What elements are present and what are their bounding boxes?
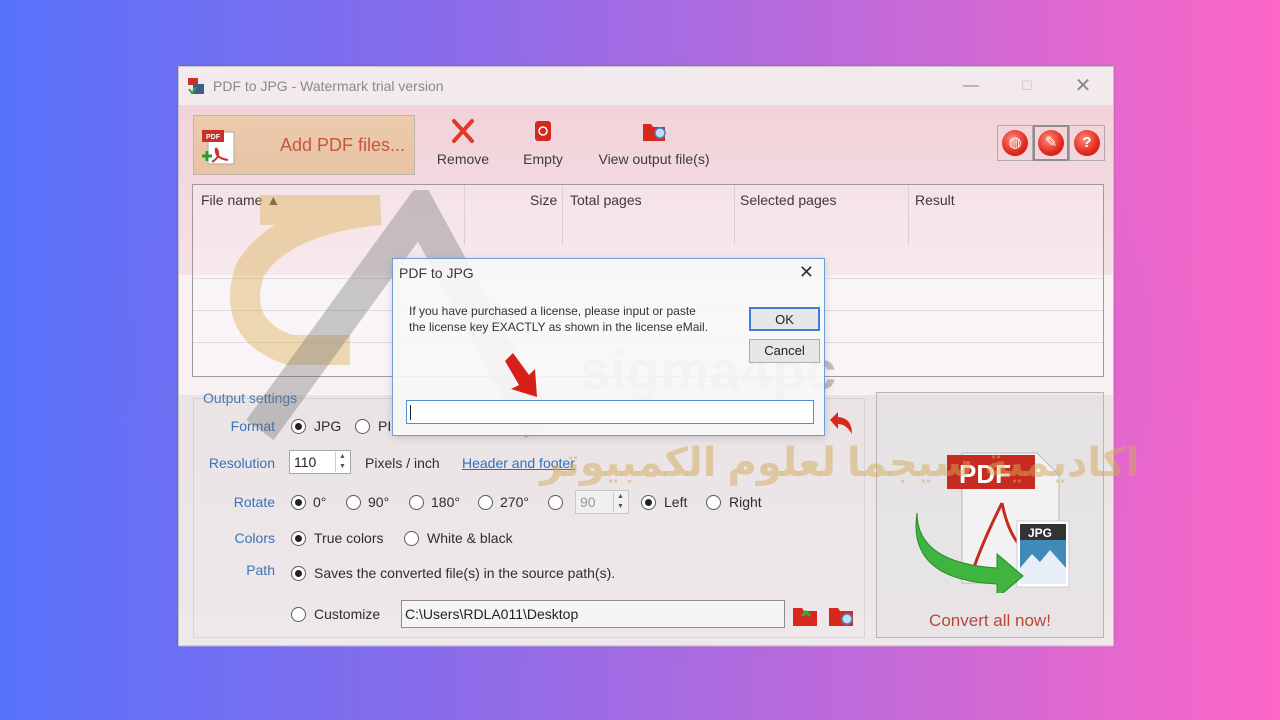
rotate-left-label: Left: [664, 494, 688, 510]
resolution-label: Resolution: [208, 455, 275, 471]
folder-search-icon: [643, 124, 666, 141]
resolution-value: 110: [294, 454, 317, 470]
convert-all-button[interactable]: PDF JPG Convert all now!: [876, 392, 1104, 638]
round-button-group: ◍ ✎ ?: [997, 125, 1105, 161]
white-black-radio[interactable]: [404, 531, 419, 546]
rotate-180-label: 180°: [431, 494, 460, 510]
output-settings-label: Output settings: [203, 390, 298, 406]
minimize-button[interactable]: —: [949, 73, 993, 99]
header-footer-link[interactable]: Header and footer: [462, 455, 575, 471]
license-key-input[interactable]: [406, 400, 814, 424]
true-colors-label: True colors: [314, 530, 384, 546]
column-header-total-pages[interactable]: Total pages: [570, 192, 642, 208]
rotate-90-radio[interactable]: [346, 495, 361, 510]
convert-all-label: Convert all now!: [929, 611, 1051, 630]
resolution-spinner[interactable]: 110 ▲ ▼: [289, 450, 351, 474]
ok-button[interactable]: OK: [749, 307, 820, 331]
recycle-bin-icon: [535, 121, 551, 141]
column-header-result[interactable]: Result: [915, 192, 955, 208]
pdf-to-jpg-icon: PDF JPG: [915, 452, 1070, 593]
add-pdf-icon: PDF: [202, 130, 235, 165]
rotate-270-radio[interactable]: [478, 495, 493, 510]
rotate-180-radio[interactable]: [409, 495, 424, 510]
custom-path-input[interactable]: C:\Users\RDLA011\Desktop: [401, 600, 785, 628]
remove-label: Remove: [436, 151, 490, 167]
rotate-left-radio[interactable]: [641, 495, 656, 510]
wrench-icon: ✎: [1038, 130, 1064, 156]
app-icon: [188, 78, 204, 95]
dialog-message: If you have purchased a license, please …: [409, 304, 709, 334]
language-button[interactable]: ◍: [997, 125, 1033, 161]
undo-arrow-icon: [830, 412, 852, 434]
rotate-90-label: 90°: [368, 494, 390, 510]
empty-button[interactable]: Empty: [515, 117, 571, 171]
source-path-radio[interactable]: [291, 566, 306, 581]
rotate-custom-spinner[interactable]: 90 ▲ ▼: [575, 490, 629, 514]
rotate-270-label: 270°: [500, 494, 529, 510]
format-png-radio[interactable]: [355, 419, 370, 434]
browse-folder-icon[interactable]: [791, 602, 819, 628]
true-colors-radio[interactable]: [291, 531, 306, 546]
svg-text:PDF: PDF: [206, 134, 221, 141]
help-button[interactable]: ?: [1069, 125, 1105, 161]
customize-path-radio[interactable]: [291, 607, 306, 622]
red-arrow-icon: [505, 353, 537, 397]
resolution-unit: Pixels / inch: [365, 455, 440, 471]
spinner-arrows-icon[interactable]: ▲ ▼: [335, 452, 349, 472]
column-divider: [562, 185, 563, 245]
toolbar: PDF Add PDF files... Remove Empty View o…: [179, 105, 1113, 181]
format-png-label: PI: [378, 418, 392, 434]
spinner-arrows-icon[interactable]: ▲ ▼: [613, 492, 627, 512]
jpg-badge: JPG: [1028, 526, 1052, 540]
remove-x-icon: [452, 119, 474, 143]
globe-icon: ◍: [1002, 130, 1028, 156]
text-caret: [410, 405, 411, 420]
pdf-badge: PDF: [959, 459, 1011, 489]
add-pdf-label: Add PDF files...: [280, 135, 406, 155]
close-button[interactable]: ✕: [1061, 73, 1105, 99]
title-bar: PDF to JPG - Watermark trial version — ☐…: [179, 67, 1113, 105]
rotate-right-label: Right: [729, 494, 762, 510]
customize-path-label: Customize: [314, 606, 381, 622]
view-output-files-button[interactable]: View output file(s): [589, 117, 719, 171]
source-path-label: Saves the converted file(s) in the sourc…: [314, 565, 616, 581]
format-label: Format: [230, 418, 275, 434]
view-output-label: View output file(s): [598, 151, 710, 167]
help-icon: ?: [1074, 130, 1100, 156]
rotate-right-radio[interactable]: [706, 495, 721, 510]
white-black-label: White & black: [427, 530, 513, 546]
empty-label: Empty: [523, 151, 563, 167]
column-divider: [464, 185, 465, 245]
rotate-0-label: 0°: [313, 494, 327, 510]
license-dialog: PDF to JPG ✕ If you have purchased a lic…: [392, 258, 825, 436]
add-pdf-files-button[interactable]: PDF Add PDF files...: [193, 115, 415, 175]
colors-label: Colors: [234, 530, 275, 546]
open-folder-search-icon[interactable]: [827, 602, 855, 628]
maximize-button[interactable]: ☐: [1005, 73, 1049, 99]
column-header-file-name[interactable]: File name ▲: [201, 192, 280, 208]
dialog-close-button[interactable]: ✕: [799, 262, 814, 283]
column-header-selected-pages[interactable]: Selected pages: [740, 192, 837, 208]
column-divider: [908, 185, 909, 245]
remove-button[interactable]: Remove: [431, 117, 495, 171]
format-jpg-label: JPG: [314, 418, 342, 434]
column-header-size[interactable]: Size: [530, 192, 557, 208]
column-divider: [734, 185, 735, 245]
window-title: PDF to JPG - Watermark trial version: [213, 78, 444, 94]
rotate-label: Rotate: [233, 494, 275, 510]
settings-button[interactable]: ✎: [1033, 125, 1069, 161]
dialog-title: PDF to JPG: [399, 265, 474, 281]
cancel-button[interactable]: Cancel: [749, 339, 820, 363]
rotate-custom-radio[interactable]: [548, 495, 563, 510]
rotate-0-radio[interactable]: [291, 495, 306, 510]
rotate-custom-value: 90: [580, 494, 596, 510]
path-label: Path: [246, 562, 275, 578]
format-jpg-radio[interactable]: [291, 419, 306, 434]
